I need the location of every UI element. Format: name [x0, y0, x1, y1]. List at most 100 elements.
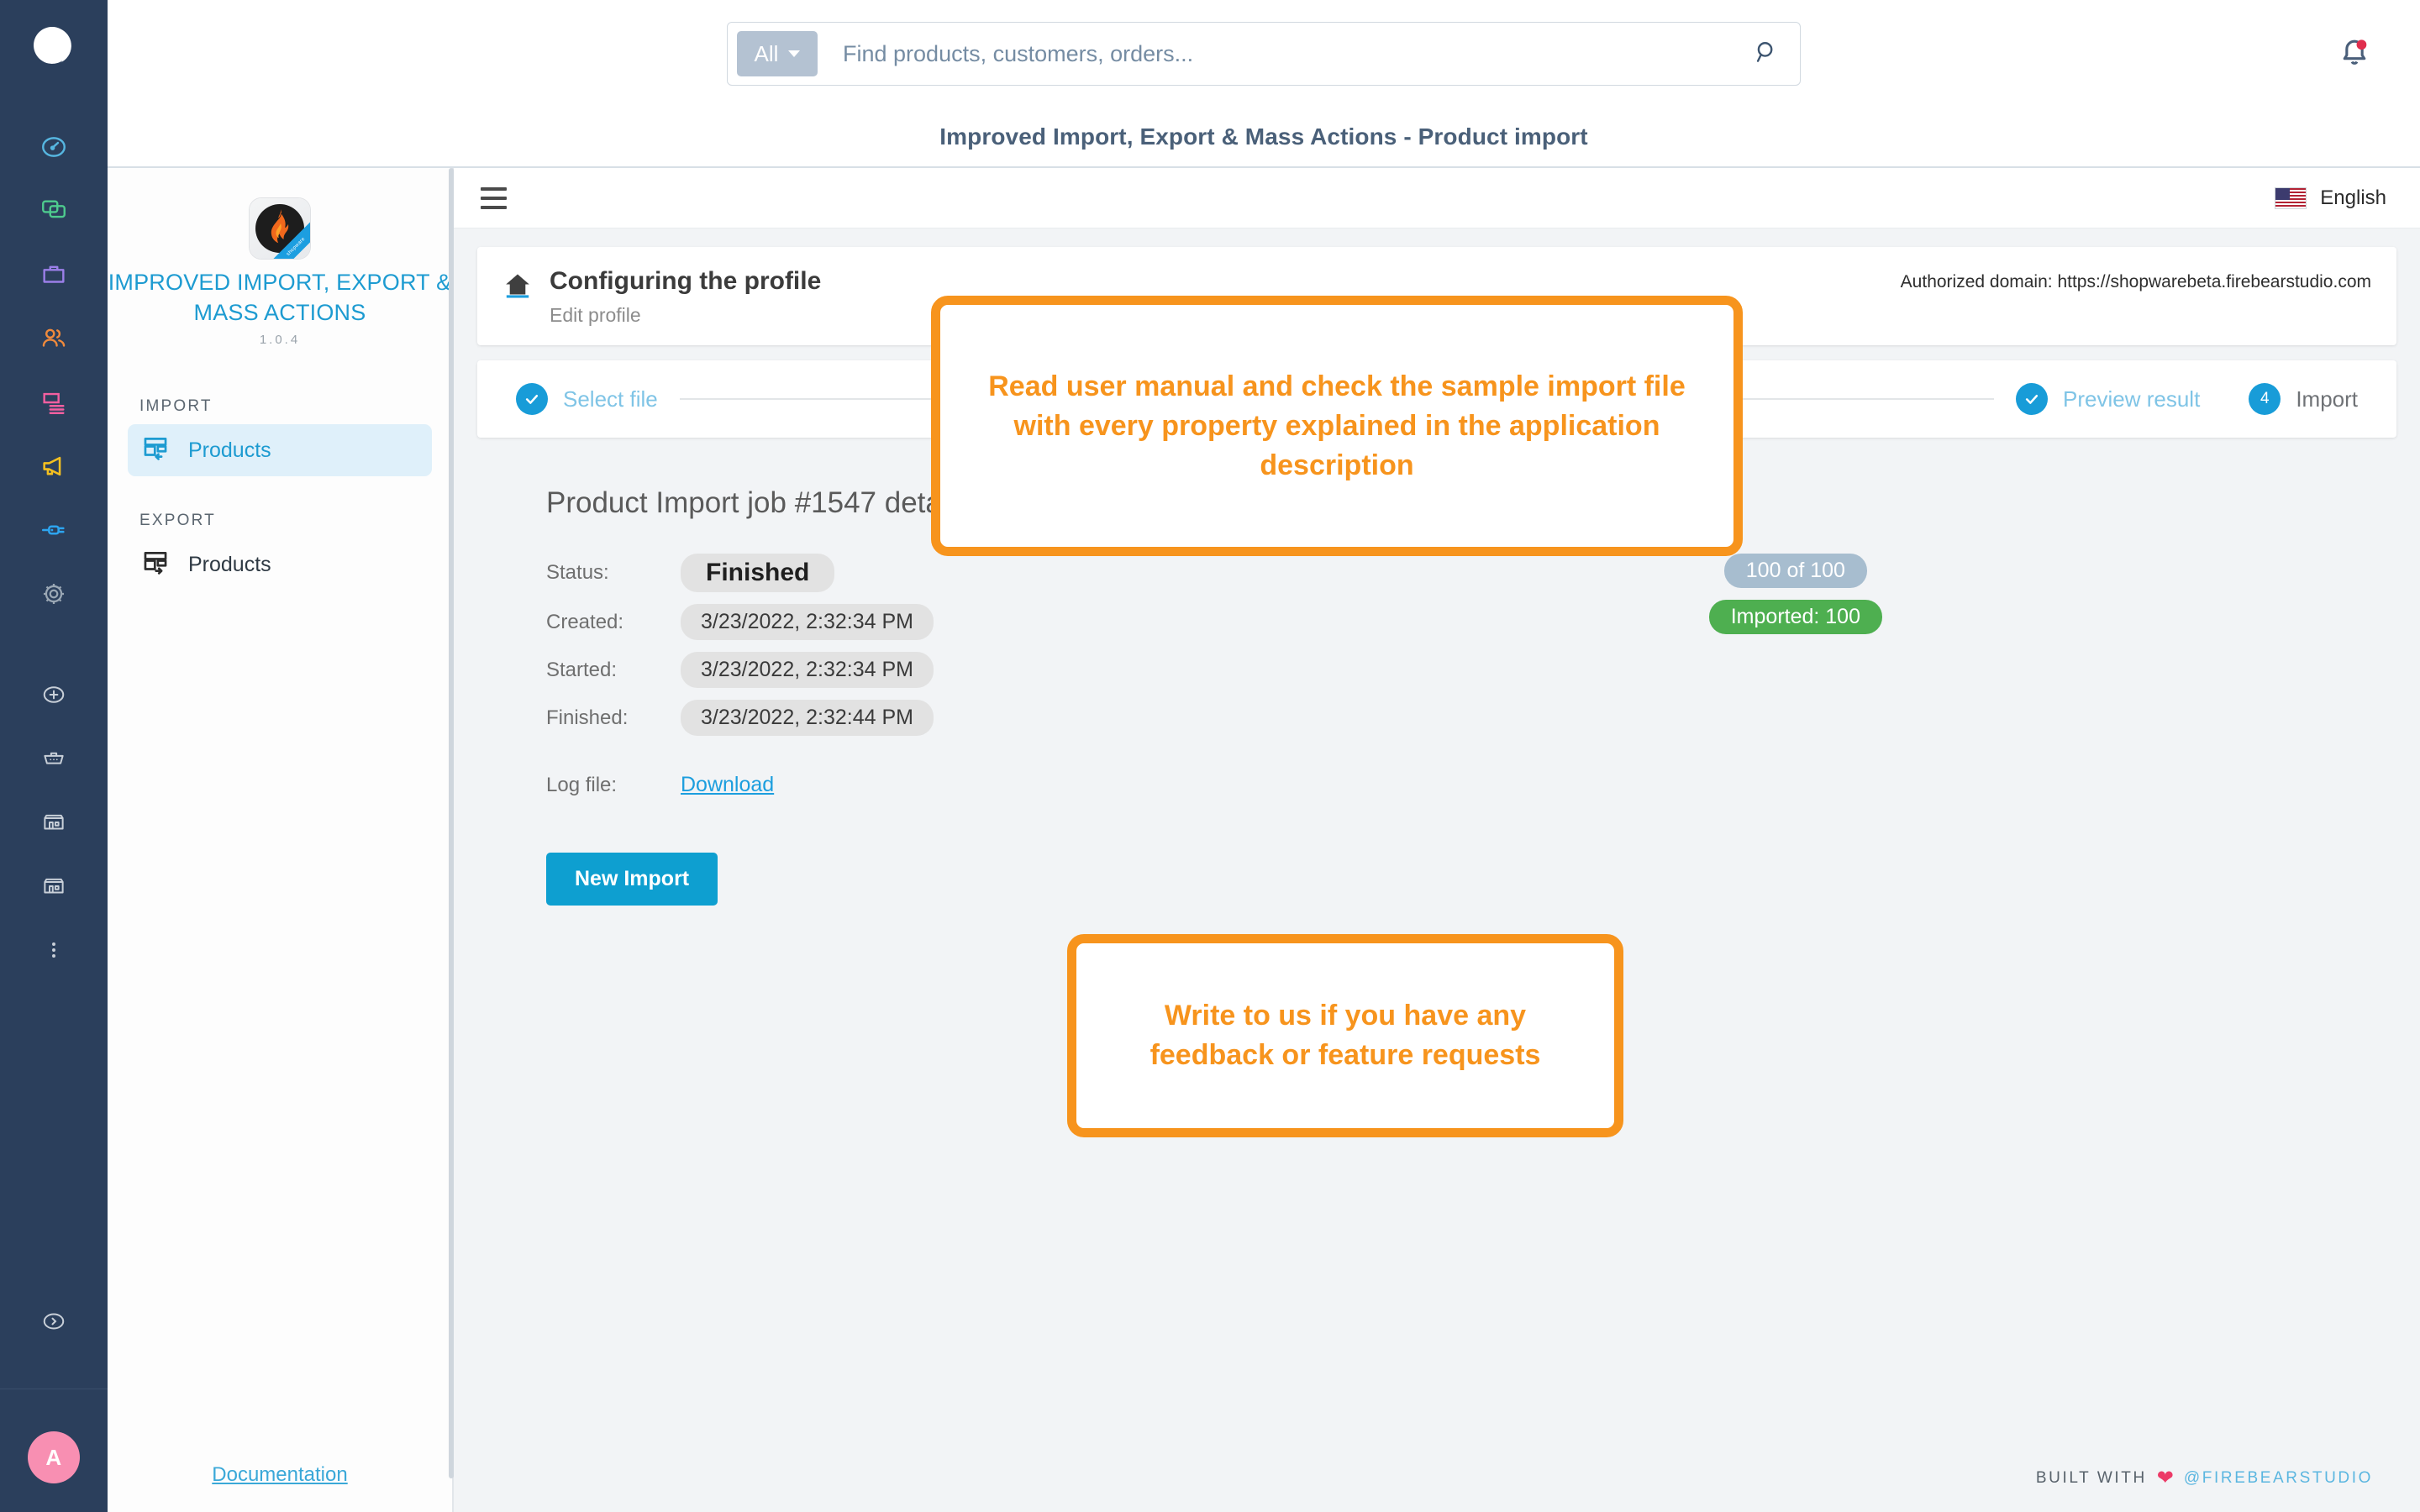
rail-item-add-new[interactable]	[24, 666, 84, 727]
rail-item-catalogues[interactable]	[24, 182, 84, 243]
rail-item-storefront-1[interactable]	[24, 794, 84, 854]
detail-value: 3/23/2022, 2:32:34 PM	[681, 652, 934, 688]
download-log-link[interactable]: Download	[681, 773, 774, 797]
chevron-right-circle-icon	[41, 1309, 66, 1338]
detail-value: 3/23/2022, 2:32:44 PM	[681, 700, 934, 736]
app-sidebar: shopware IMPROVED IMPORT, EXPORT & MASS …	[108, 168, 454, 1512]
rail-item-marketing[interactable]	[24, 438, 84, 498]
gauge-icon	[39, 133, 68, 165]
avatar[interactable]: A	[28, 1431, 80, 1483]
callout-text: Read user manual and check the sample im…	[988, 370, 1686, 481]
users-icon	[39, 324, 68, 357]
firebear-flame-icon: shopware	[250, 198, 310, 259]
rail-icon-list	[24, 118, 84, 985]
profile-header-left: Configuring the profile Edit profile	[502, 267, 821, 327]
progress-count-badge: 100 of 100	[1723, 554, 1867, 588]
nav-section-export: EXPORT Products	[108, 512, 452, 591]
sidebar-item-label: Products	[188, 438, 271, 462]
step-label: Select file	[563, 386, 658, 412]
heart-icon: ❤	[2156, 1467, 2174, 1489]
rail-item-orders[interactable]	[24, 246, 84, 307]
rail-item-help[interactable]	[24, 1293, 84, 1353]
hamburger-menu-icon[interactable]	[481, 179, 519, 218]
bell-icon	[2336, 39, 2373, 74]
primary-navigation-rail: A	[0, 0, 108, 1512]
rail-item-extensions[interactable]	[24, 501, 84, 562]
step-number-badge: 4	[2249, 383, 2281, 415]
detail-row-log-file: Log file: Download	[546, 773, 1882, 797]
magnifier-icon	[1752, 38, 1781, 71]
job-badges: 100 of 100 Imported: 100	[1708, 554, 1882, 634]
step-preview-result[interactable]: Preview result	[2016, 383, 2200, 415]
callout-text: Write to us if you have any feedback or …	[1150, 1000, 1541, 1071]
detail-row-finished: Finished: 3/23/2022, 2:32:44 PM	[546, 700, 1882, 736]
storefront-icon	[41, 810, 66, 839]
profile-card-subtitle: Edit profile	[550, 304, 641, 326]
app-sidebar-title: IMPROVED IMPORT, EXPORT & MASS ACTIONS	[108, 270, 452, 325]
page-title-bar: Improved Import, Export & Mass Actions -…	[108, 108, 2420, 168]
detail-key: Finished:	[546, 706, 629, 729]
profile-card-title: Configuring the profile	[550, 267, 822, 295]
app-icon-holder: shopware	[108, 198, 452, 259]
search-submit-button[interactable]	[1741, 29, 1791, 79]
search-scope-select[interactable]: All	[737, 31, 818, 76]
firebear-handle[interactable]: @FIREBEARSTUDIO	[2184, 1469, 2373, 1488]
sidebar-item-import-products[interactable]: Products	[128, 424, 432, 476]
plus-circle-icon	[41, 682, 66, 711]
nav-section-import: IMPORT Products	[108, 397, 452, 476]
rail-item-more-options[interactable]	[24, 921, 84, 982]
gear-icon	[39, 580, 68, 612]
plug-icon	[39, 516, 68, 549]
app-version: 1.0.4	[259, 333, 301, 347]
check-icon	[2016, 383, 2049, 415]
language-selector[interactable]: English	[2275, 186, 2386, 210]
rail-item-content[interactable]	[24, 374, 84, 434]
sidebar-item-export-products[interactable]: Products	[128, 538, 432, 591]
detail-row-created: Created: 3/23/2022, 2:32:34 PM	[546, 604, 1882, 640]
app-root: A All Find products, customers, orders..…	[0, 0, 2420, 1512]
search-input[interactable]	[818, 29, 1741, 79]
global-topbar: All	[108, 0, 2420, 108]
app-brand: shopware IMPROVED IMPORT, EXPORT & MASS …	[108, 168, 452, 347]
imported-count-badge: Imported: 100	[1708, 600, 1882, 634]
step-label: Import	[2296, 386, 2358, 412]
check-icon	[516, 383, 548, 415]
page-title: Improved Import, Export & Mass Actions -…	[939, 123, 1588, 150]
sidebar-item-label: Products	[188, 552, 271, 576]
callout-write-to-us: Write to us if you have any feedback or …	[1067, 934, 1623, 1137]
rail-item-basket[interactable]	[24, 730, 84, 790]
us-flag-icon	[2275, 186, 2307, 209]
nav-heading-import: IMPORT	[139, 397, 213, 415]
step-import[interactable]: 4 Import	[2249, 383, 2358, 415]
basket-icon	[41, 746, 66, 775]
step-select-file[interactable]: Select file	[516, 383, 658, 415]
built-with-label: BUILT WITH	[2035, 1468, 2147, 1487]
rail-item-dashboard[interactable]	[24, 118, 84, 179]
home-icon	[502, 270, 533, 305]
table-import-icon	[141, 433, 170, 468]
kebab-menu-icon	[42, 938, 66, 966]
step-label: Preview result	[2063, 386, 2201, 412]
chevron-down-icon	[788, 50, 801, 57]
detail-value: 3/23/2022, 2:32:34 PM	[681, 604, 934, 640]
nav-heading-export: EXPORT	[139, 512, 216, 529]
canvas-toolbar: English	[454, 168, 2420, 228]
footer-credit: BUILT WITH ❤ @FIREBEARSTUDIO	[2036, 1466, 2373, 1490]
shopware-logo-icon[interactable]	[32, 24, 76, 71]
rail-item-customers[interactable]	[24, 310, 84, 370]
briefcase-icon	[39, 260, 68, 293]
new-import-button[interactable]: New Import	[546, 853, 718, 906]
documentation-link[interactable]: Documentation	[212, 1463, 347, 1486]
notifications-button[interactable]	[2336, 34, 2373, 75]
rail-item-storefront-2[interactable]	[24, 858, 84, 918]
detail-key: Started:	[546, 658, 618, 681]
detail-row-started: Started: 3/23/2022, 2:32:34 PM	[546, 652, 1882, 688]
detail-key: Created:	[546, 610, 624, 633]
copy-cards-icon	[39, 197, 68, 229]
rail-item-settings[interactable]	[24, 565, 84, 626]
detail-key: Log file:	[546, 773, 618, 796]
detail-row-status: Status: Finished	[546, 554, 1882, 592]
callout-read-user-manual: Read user manual and check the sample im…	[931, 296, 1743, 556]
detail-key: Status:	[546, 561, 609, 584]
authorized-domain: Authorized domain: https://shopwarebeta.…	[1900, 272, 2371, 291]
